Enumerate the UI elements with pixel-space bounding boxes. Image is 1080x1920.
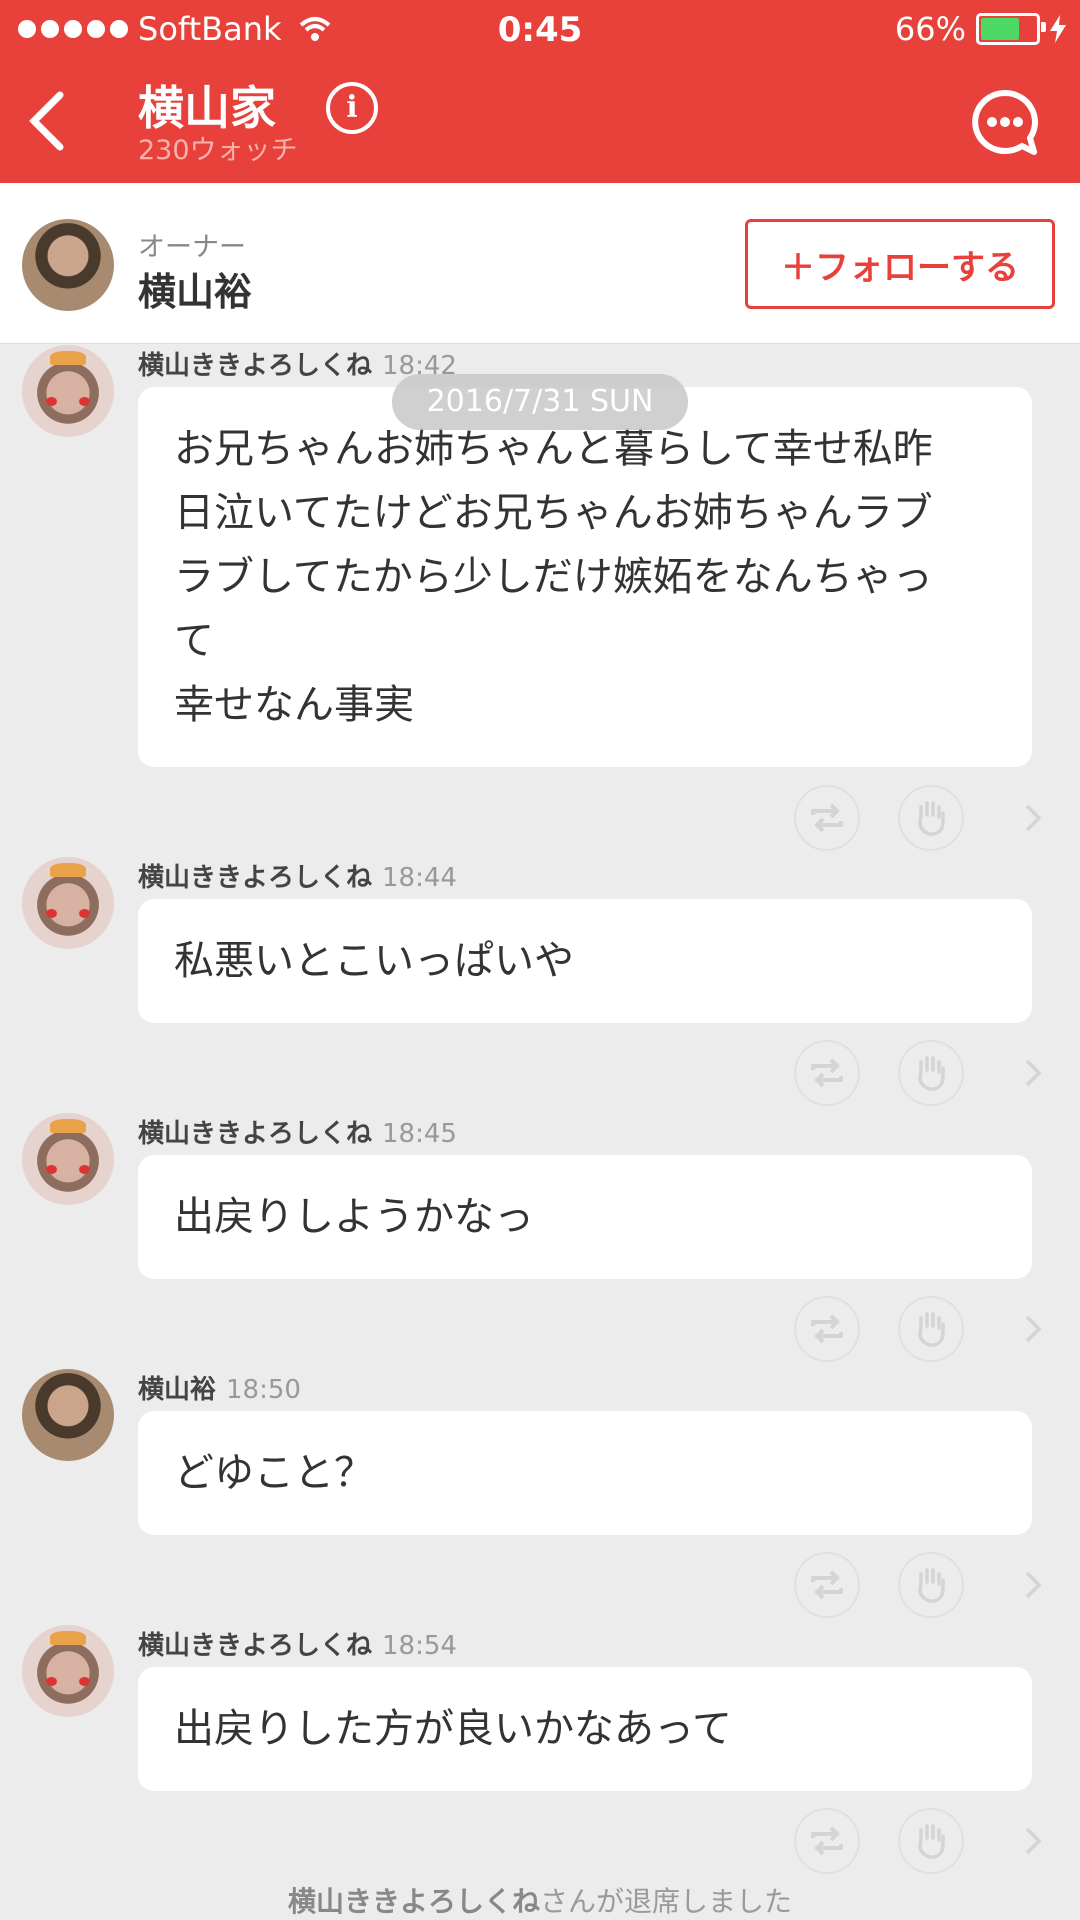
sender-avatar[interactable] bbox=[22, 1369, 114, 1461]
message-actions bbox=[790, 1040, 1050, 1110]
sender-name: 横山裕 bbox=[138, 1375, 217, 1405]
retweet-icon[interactable] bbox=[794, 1296, 860, 1362]
message-time: 18:44 bbox=[382, 863, 457, 893]
message-bubble: お兄ちゃんお姉ちゃんと暮らして幸せ私昨 日泣いてたけどお兄ちゃんお姉ちゃんラブ … bbox=[138, 387, 1032, 767]
retweet-icon[interactable] bbox=[794, 1808, 860, 1874]
message-line: ラブしてたから少しだけ嫉妬をなんちゃっ bbox=[174, 554, 933, 600]
sender-avatar[interactable] bbox=[22, 857, 114, 949]
message-bubble: 出戻りした方が良いかなあって bbox=[138, 1667, 1032, 1791]
chevron-right-icon[interactable] bbox=[1000, 1296, 1066, 1362]
message-actions bbox=[790, 1808, 1050, 1878]
sender-line: 横山ききよろしくね 18:44 bbox=[138, 857, 457, 894]
chat-bubble-icon[interactable] bbox=[970, 88, 1040, 158]
sender-line: 横山ききよろしくね 18:54 bbox=[138, 1625, 457, 1662]
status-bar: SoftBank 0:45 66% bbox=[0, 0, 1080, 60]
message-actions bbox=[790, 1552, 1050, 1622]
chevron-right-icon[interactable] bbox=[1000, 1552, 1066, 1618]
message-line: 幸せなん事実 bbox=[174, 682, 414, 728]
message-time: 18:45 bbox=[382, 1119, 457, 1149]
message-bubble: どゆこと？ bbox=[138, 1411, 1032, 1535]
message-line: て bbox=[174, 618, 214, 664]
owner-avatar[interactable] bbox=[22, 219, 114, 311]
retweet-icon[interactable] bbox=[794, 785, 860, 851]
charging-bolt-icon bbox=[1050, 15, 1066, 43]
owner-role: オーナー bbox=[138, 232, 246, 263]
message-time: 18:54 bbox=[382, 1631, 457, 1661]
owner-name: 横山裕 bbox=[138, 270, 253, 314]
retweet-icon[interactable] bbox=[794, 1040, 860, 1106]
owner-bar: オーナー 横山裕 ＋フォローする bbox=[0, 183, 1080, 344]
sender-name: 横山ききよろしくね bbox=[138, 1119, 373, 1149]
sender-avatar[interactable] bbox=[22, 1625, 114, 1717]
sender-avatar[interactable] bbox=[22, 1113, 114, 1205]
left-room-text: さんが退席しました bbox=[540, 1885, 793, 1918]
left-user-name: 横山ききよろしくね bbox=[287, 1885, 540, 1918]
message-actions bbox=[790, 785, 1050, 855]
clap-icon[interactable] bbox=[898, 1040, 964, 1106]
message-actions bbox=[790, 1296, 1050, 1366]
sender-name: 横山ききよろしくね bbox=[138, 351, 373, 381]
battery-percent: 66% bbox=[894, 10, 966, 48]
back-button[interactable] bbox=[26, 86, 86, 156]
clap-icon[interactable] bbox=[898, 1296, 964, 1362]
message-line: 出戻りしようかなっ bbox=[174, 1194, 534, 1240]
sender-name: 横山ききよろしくね bbox=[138, 1631, 373, 1661]
sender-avatar[interactable] bbox=[22, 345, 114, 437]
message-bubble: 出戻りしようかなっ bbox=[138, 1155, 1032, 1279]
chevron-left-icon bbox=[29, 91, 64, 151]
info-icon[interactable]: i bbox=[326, 82, 378, 134]
date-divider: 2016/7/31 SUN bbox=[392, 374, 688, 430]
clap-icon[interactable] bbox=[898, 785, 964, 851]
chevron-right-icon[interactable] bbox=[1000, 1040, 1066, 1106]
sender-name: 横山ききよろしくね bbox=[138, 863, 373, 893]
battery-status: 66% bbox=[895, 10, 1066, 48]
message-line: 私悪いとこいっぱいや bbox=[174, 938, 574, 984]
clap-icon[interactable] bbox=[898, 1808, 964, 1874]
follow-button[interactable]: ＋フォローする bbox=[745, 219, 1055, 309]
app-header: SoftBank 0:45 66% 横山家 i 230ウォッチ bbox=[0, 0, 1080, 183]
message-bubble: 私悪いとこいっぱいや bbox=[138, 899, 1032, 1023]
chevron-right-icon[interactable] bbox=[1000, 1808, 1066, 1874]
watch-count: 230ウォッチ bbox=[138, 135, 298, 166]
sender-line: 横山裕 18:50 bbox=[138, 1369, 301, 1406]
chevron-right-icon[interactable] bbox=[1000, 785, 1066, 851]
message-time: 18:50 bbox=[226, 1375, 301, 1405]
message-line: 日泣いてたけどお兄ちゃんお姉ちゃんラブ bbox=[174, 490, 933, 536]
message-line: 出戻りした方が良いかなあって bbox=[174, 1706, 732, 1752]
left-room-notice: 横山ききよろしくねさんが退席しました bbox=[0, 1880, 1080, 1920]
sender-line: 横山ききよろしくね 18:45 bbox=[138, 1113, 457, 1150]
message-line: どゆこと？ bbox=[174, 1450, 374, 1496]
retweet-icon[interactable] bbox=[794, 1552, 860, 1618]
battery-icon bbox=[976, 13, 1046, 45]
clap-icon[interactable] bbox=[898, 1552, 964, 1618]
